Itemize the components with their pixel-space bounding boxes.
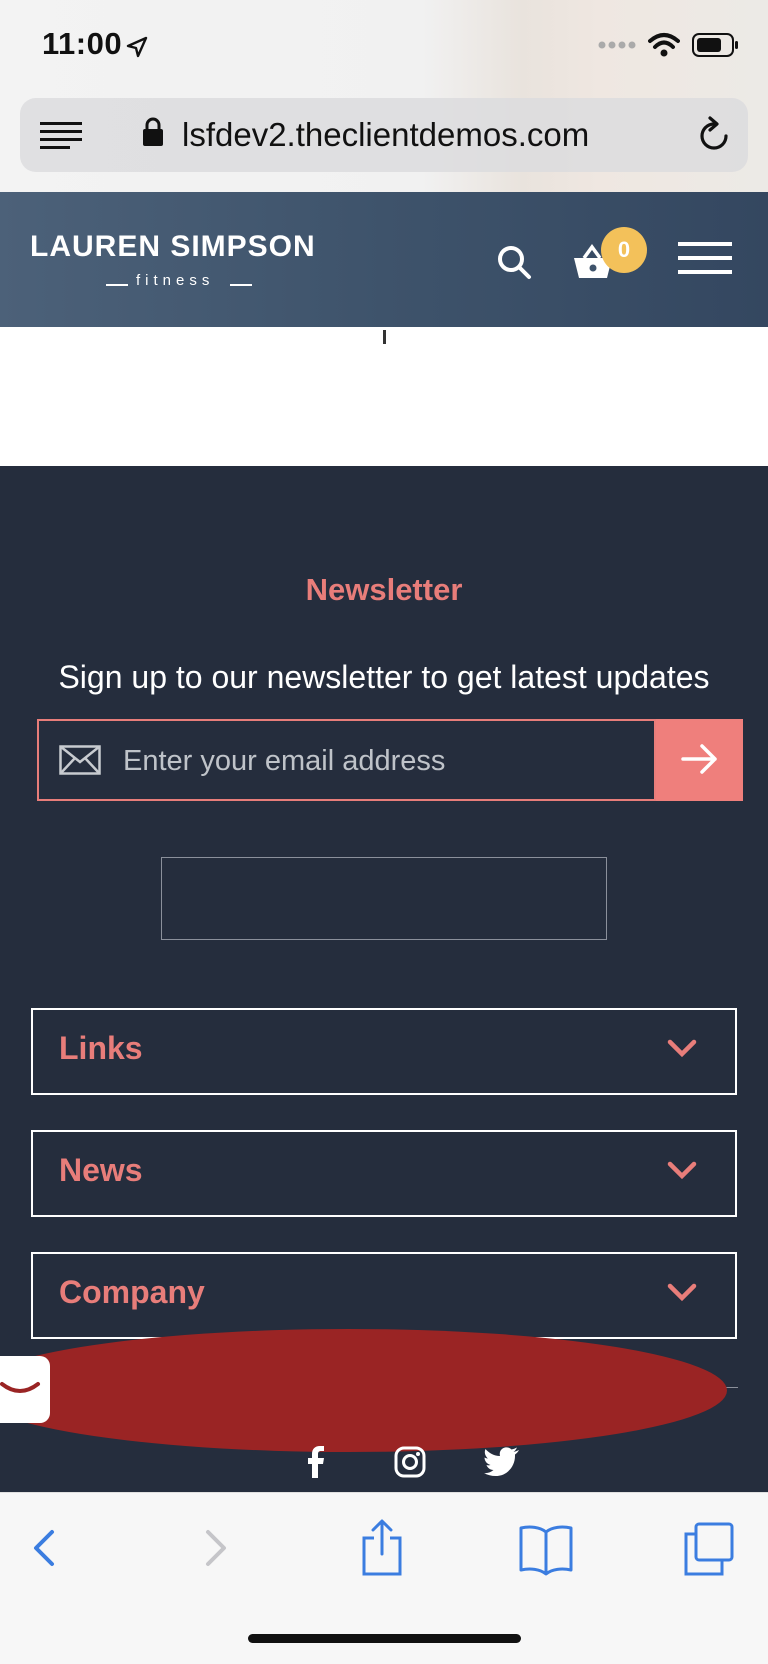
chevron-down-icon [667, 1161, 697, 1180]
battery-icon [692, 33, 738, 57]
accordion-label: Company [59, 1274, 205, 1310]
arrow-right-icon [680, 743, 717, 774]
address-bar[interactable]: lsfdev2.theclientdemos.com [20, 98, 748, 172]
site-header: LAUREN SIMPSON fitness [0, 192, 768, 327]
brand-logo-subtext: fitness [136, 272, 215, 289]
location-arrow-icon [126, 36, 148, 58]
home-indicator [248, 1634, 521, 1643]
browser-chrome: 11:00 lsfdev2.theclientdemos.com [0, 0, 768, 192]
status-time: 11:00 [42, 26, 123, 61]
cart-count-badge: 0 [601, 227, 647, 273]
instagram-icon[interactable] [394, 1446, 426, 1478]
lock-icon [143, 117, 163, 146]
redaction-overlay [0, 1329, 727, 1452]
twitter-icon[interactable] [484, 1446, 520, 1476]
wifi-icon [648, 33, 680, 57]
url-text[interactable]: lsfdev2.theclientdemos.com [182, 116, 589, 154]
chevron-down-icon [667, 1283, 697, 1302]
content-fragment [383, 330, 386, 344]
back-icon[interactable] [30, 1518, 60, 1578]
chat-widget-button[interactable] [0, 1356, 50, 1423]
bookmarks-icon[interactable] [518, 1518, 574, 1578]
newsletter-description: Sign up to our newsletter to get latest … [58, 659, 710, 695]
newsletter-title: Newsletter [305, 572, 463, 607]
envelope-icon [59, 745, 101, 775]
captcha-placeholder [161, 857, 607, 940]
email-input[interactable] [121, 721, 645, 801]
reader-mode-icon[interactable] [40, 120, 82, 150]
signal-icon [598, 41, 636, 49]
accordion-links[interactable]: Links [31, 1008, 737, 1095]
newsletter-form [37, 719, 656, 801]
newsletter-submit-button[interactable] [656, 719, 743, 801]
reload-icon[interactable] [696, 116, 732, 154]
logo-bar-left [106, 284, 128, 286]
hamburger-menu-icon[interactable] [678, 242, 732, 274]
forward-icon[interactable] [200, 1518, 230, 1578]
brand-logo-text[interactable]: LAUREN SIMPSON [30, 230, 316, 264]
accordion-label: News [59, 1152, 143, 1188]
chevron-down-icon [667, 1039, 697, 1058]
chat-smile-icon [0, 1382, 40, 1393]
accordion-company[interactable]: Company [31, 1252, 737, 1339]
status-indicators [598, 32, 740, 58]
tabs-icon[interactable] [682, 1518, 736, 1578]
search-icon[interactable] [496, 244, 532, 280]
accordion-news[interactable]: News [31, 1130, 737, 1217]
content-area [0, 327, 768, 466]
accordion-label: Links [59, 1030, 143, 1066]
facebook-icon[interactable] [305, 1446, 327, 1478]
share-icon[interactable] [360, 1518, 404, 1578]
logo-bar-right [230, 284, 252, 286]
